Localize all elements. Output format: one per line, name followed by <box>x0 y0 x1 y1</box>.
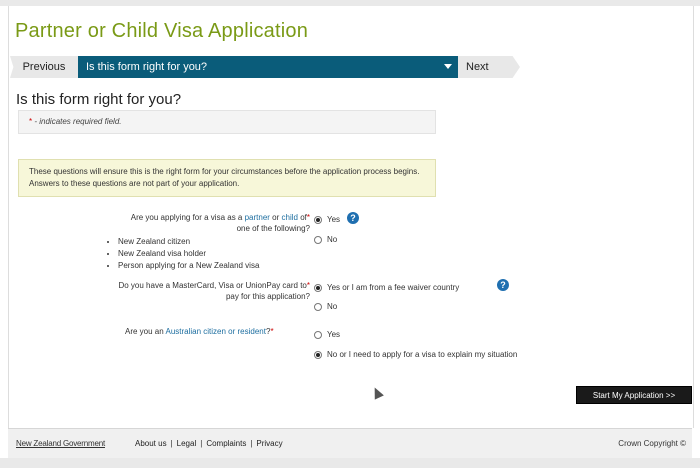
q3-text-part1: Are you an <box>125 327 166 336</box>
required-field-note: * - indicates required field. <box>18 110 436 134</box>
footer-link-about[interactable]: About us <box>135 439 167 448</box>
separator: | <box>250 439 253 448</box>
required-note-text: - indicates required field. <box>32 117 122 126</box>
q2-no-radio[interactable] <box>314 303 322 311</box>
q2-yes-radio[interactable] <box>314 284 322 292</box>
required-star: * <box>306 281 310 290</box>
previous-button[interactable]: Previous <box>10 56 78 78</box>
q1-text-part3: of <box>297 213 307 222</box>
q1-text-part2: or <box>269 213 282 222</box>
page-title: Partner or Child Visa Application <box>15 20 309 42</box>
info-box: These questions will ensure this is the … <box>18 159 436 197</box>
partner-link[interactable]: partner <box>245 213 270 222</box>
list-item: New Zealand citizen <box>118 236 259 248</box>
q1-yes-radio[interactable] <box>314 216 322 224</box>
copyright-text: Crown Copyright © <box>618 439 686 448</box>
q3-no-label: No or I need to apply for a visa to expl… <box>327 350 518 359</box>
q1-text-part1: Are you applying for a visa as a <box>130 213 245 222</box>
q1-text-line2: one of the following? <box>236 224 310 233</box>
footer: New Zealand Government About us | Legal | Co… <box>8 428 692 459</box>
browser-bottom-strip <box>0 458 700 468</box>
chevron-down-icon <box>444 64 452 69</box>
next-button[interactable]: Next <box>458 56 520 78</box>
question-2-label: Do you have a MasterCard, Visa or UnionP… <box>60 280 310 302</box>
required-star: * <box>270 327 274 336</box>
start-application-button[interactable]: Start My Application >> <box>576 386 692 404</box>
step-dropdown-label: Is this form right for you? <box>86 61 208 73</box>
footer-link-privacy[interactable]: Privacy <box>256 439 282 448</box>
q2-no-label: No <box>327 302 338 311</box>
question-1-label: Are you applying for a visa as a partner… <box>60 212 310 234</box>
step-dropdown[interactable]: Is this form right for you? <box>78 56 458 78</box>
question-3-label: Are you an Australian citizen or residen… <box>125 327 274 336</box>
nz-government-logo[interactable]: New Zealand Government <box>16 439 105 448</box>
child-link[interactable]: child <box>282 213 298 222</box>
footer-link-legal[interactable]: Legal <box>177 439 197 448</box>
q2-text-line1: Do you have a MasterCard, Visa or UnionP… <box>118 281 307 290</box>
q3-yes-radio[interactable] <box>314 331 322 339</box>
q3-no-radio[interactable] <box>314 351 322 359</box>
list-item: Person applying for a New Zealand visa <box>118 260 259 272</box>
footer-link-complaints[interactable]: Complaints <box>206 439 246 448</box>
q3-yes-label: Yes <box>327 330 341 339</box>
separator: | <box>170 439 173 448</box>
help-icon[interactable]: ? <box>497 279 509 291</box>
list-item: New Zealand visa holder <box>118 248 259 260</box>
q1-bullet-list: New Zealand citizen New Zealand visa hol… <box>106 236 259 272</box>
separator: | <box>200 439 203 448</box>
q1-no-radio[interactable] <box>314 236 322 244</box>
help-icon[interactable]: ? <box>347 212 359 224</box>
required-star: * <box>306 213 310 222</box>
q1-no-label: No <box>327 235 338 244</box>
q2-yes-label: Yes or I am from a fee waiver country <box>327 283 460 292</box>
australian-citizen-link[interactable]: Australian citizen or resident <box>165 327 266 336</box>
step-navigation: Previous Is this form right for you? Nex… <box>10 56 520 78</box>
footer-links: About us | Legal | Complaints | Privacy <box>135 439 283 448</box>
q2-text-line2: pay for this application? <box>225 292 310 301</box>
q1-yes-label: Yes <box>327 215 341 224</box>
section-heading: Is this form right for you? <box>16 91 182 108</box>
